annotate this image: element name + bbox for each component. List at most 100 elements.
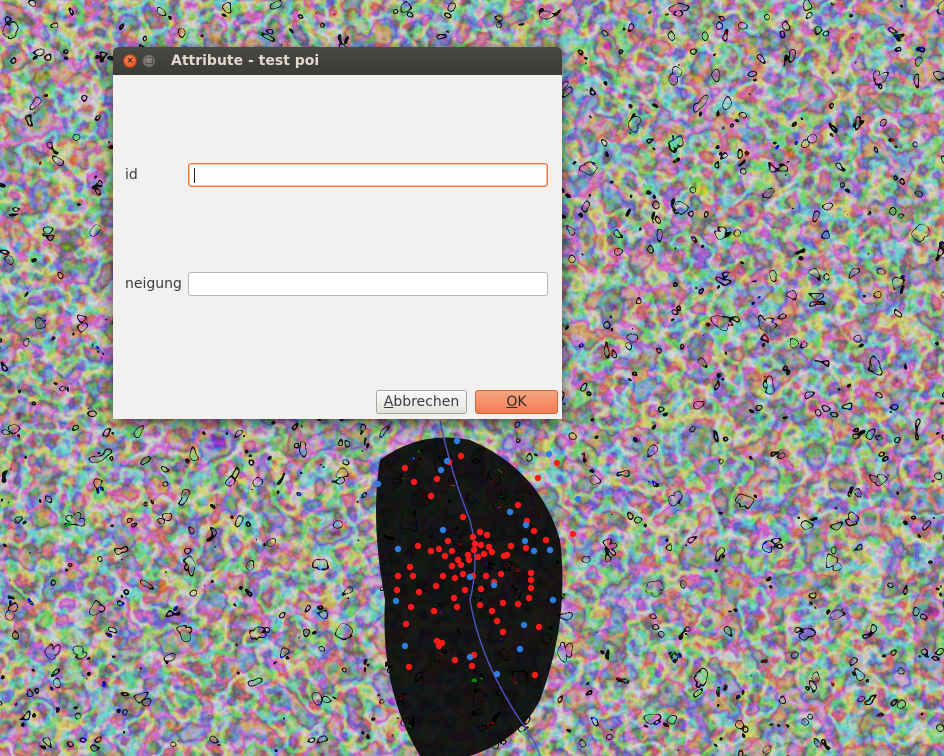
- neigung-label: neigung: [125, 276, 182, 292]
- poi-point-red[interactable]: [542, 536, 550, 544]
- poi-point-red[interactable]: [507, 542, 515, 550]
- poi-point-red[interactable]: [441, 552, 449, 560]
- poi-point-blue[interactable]: [490, 581, 498, 589]
- poi-point-red[interactable]: [432, 582, 440, 590]
- close-icon[interactable]: ×: [123, 54, 137, 68]
- poi-point-red[interactable]: [406, 563, 414, 571]
- poi-point-red[interactable]: [433, 475, 441, 483]
- poi-point-red[interactable]: [534, 474, 542, 482]
- poi-point-red[interactable]: [477, 541, 485, 549]
- poi-point-red[interactable]: [444, 537, 452, 545]
- poi-point-red[interactable]: [468, 662, 476, 670]
- poi-point-red[interactable]: [402, 620, 410, 628]
- poi-point-red[interactable]: [409, 572, 417, 580]
- poi-point-red[interactable]: [527, 569, 535, 577]
- poi-point-blue[interactable]: [522, 521, 530, 529]
- poi-point-red[interactable]: [459, 513, 467, 521]
- poi-point-red[interactable]: [470, 546, 478, 554]
- poi-point-blue[interactable]: [530, 547, 538, 555]
- poi-point-red[interactable]: [499, 628, 507, 636]
- poi-point-red[interactable]: [461, 586, 469, 594]
- poi-point-red[interactable]: [530, 527, 538, 535]
- ok-button[interactable]: OK: [475, 390, 558, 414]
- dialog-titlebar[interactable]: × □ Attribute - test poi: [113, 47, 562, 75]
- poi-point-red[interactable]: [427, 547, 435, 555]
- poi-point-blue[interactable]: [493, 670, 501, 678]
- poi-point-blue[interactable]: [466, 653, 474, 661]
- poi-point-blue[interactable]: [437, 466, 445, 474]
- poi-point-red[interactable]: [477, 585, 485, 593]
- poi-point-red[interactable]: [451, 656, 459, 664]
- poi-point-red[interactable]: [465, 556, 473, 564]
- poi-point-red[interactable]: [553, 459, 561, 467]
- poi-point-red[interactable]: [401, 464, 409, 472]
- poi-point-red[interactable]: [414, 542, 422, 550]
- poi-point-red[interactable]: [480, 550, 488, 558]
- poi-point-red[interactable]: [435, 545, 443, 553]
- dialog-title: Attribute - test poi: [171, 53, 320, 69]
- poi-point-red[interactable]: [500, 552, 508, 560]
- poi-point-red[interactable]: [476, 528, 484, 536]
- poi-point-red[interactable]: [569, 530, 577, 538]
- poi-point-red[interactable]: [531, 671, 539, 679]
- poi-point-red[interactable]: [488, 607, 496, 615]
- poi-point-red[interactable]: [450, 594, 458, 602]
- poi-point-red[interactable]: [485, 543, 493, 551]
- poi-point-red[interactable]: [393, 586, 401, 594]
- poi-point-red[interactable]: [459, 570, 467, 578]
- poi-point-red[interactable]: [415, 588, 423, 596]
- cancel-button[interactable]: Abbrechen: [376, 390, 467, 414]
- poi-point-blue[interactable]: [443, 457, 451, 465]
- poi-point-red[interactable]: [453, 603, 461, 611]
- poi-point-blue[interactable]: [545, 450, 553, 458]
- poi-point-red[interactable]: [457, 452, 465, 460]
- poi-point-blue[interactable]: [394, 545, 402, 553]
- poi-point-red[interactable]: [451, 574, 459, 582]
- poi-point-red[interactable]: [476, 601, 484, 609]
- poi-point-red[interactable]: [497, 570, 505, 578]
- poi-point-red[interactable]: [514, 600, 522, 608]
- poi-point-blue[interactable]: [574, 495, 582, 503]
- neigung-field[interactable]: [188, 272, 548, 296]
- poi-point-blue[interactable]: [401, 642, 409, 650]
- poi-point-blue[interactable]: [520, 621, 528, 629]
- poi-point-blue[interactable]: [516, 645, 524, 653]
- poi-point-blue[interactable]: [453, 437, 461, 445]
- poi-point-red[interactable]: [535, 623, 543, 631]
- poi-point-red[interactable]: [448, 547, 456, 555]
- poi-point-red[interactable]: [469, 533, 477, 541]
- poi-point-red[interactable]: [438, 639, 446, 647]
- poi-point-red[interactable]: [439, 572, 447, 580]
- poi-point-red[interactable]: [474, 553, 482, 561]
- poi-point-red[interactable]: [471, 540, 479, 548]
- id-label: id: [125, 167, 138, 183]
- poi-point-red[interactable]: [427, 492, 435, 500]
- poi-point-red[interactable]: [394, 572, 402, 580]
- poi-point-red[interactable]: [407, 603, 415, 611]
- poi-point-red[interactable]: [527, 584, 535, 592]
- poi-point-blue[interactable]: [374, 480, 382, 488]
- poi-point-red[interactable]: [430, 607, 438, 615]
- poi-point-red[interactable]: [405, 663, 413, 671]
- poi-point-blue[interactable]: [549, 596, 557, 604]
- text-caret: [194, 168, 195, 183]
- poi-point-blue[interactable]: [466, 573, 474, 581]
- poi-point-red[interactable]: [527, 576, 535, 584]
- poi-point-red[interactable]: [499, 599, 507, 607]
- poi-point-blue[interactable]: [506, 508, 514, 516]
- poi-point-red[interactable]: [410, 478, 418, 486]
- poi-point-blue[interactable]: [439, 526, 447, 534]
- poi-point-red[interactable]: [522, 544, 530, 552]
- poi-point-red[interactable]: [483, 531, 491, 539]
- poi-point-red[interactable]: [457, 561, 465, 569]
- poi-point-blue[interactable]: [521, 537, 529, 545]
- poi-point-blue[interactable]: [546, 546, 554, 554]
- id-field[interactable]: [188, 163, 548, 187]
- poi-point-red[interactable]: [482, 572, 490, 580]
- poi-point-red[interactable]: [448, 562, 456, 570]
- poi-point-blue[interactable]: [392, 597, 400, 605]
- poi-point-red[interactable]: [525, 594, 533, 602]
- minimize-icon[interactable]: □: [142, 54, 156, 68]
- poi-point-red[interactable]: [514, 501, 522, 509]
- poi-point-red[interactable]: [493, 617, 501, 625]
